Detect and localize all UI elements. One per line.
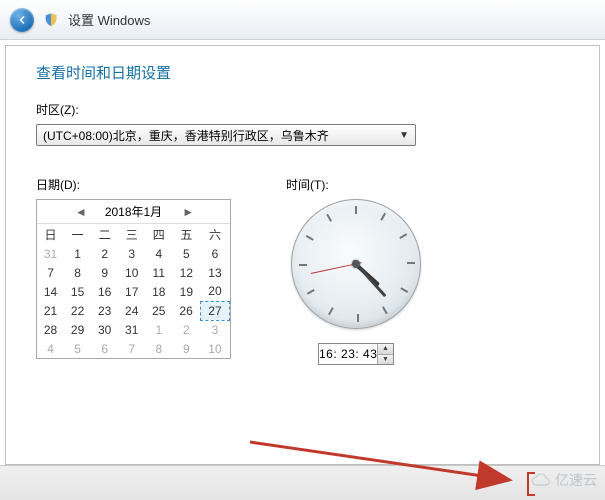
window-header: 设置 Windows — [0, 0, 605, 40]
calendar-day[interactable]: 13 — [200, 263, 229, 282]
calendar-day[interactable]: 1 — [145, 320, 172, 339]
watermark-text: 亿速云 — [555, 470, 597, 490]
clock-tick — [380, 213, 386, 221]
calendar-month-title[interactable]: 2018年1月 — [105, 203, 162, 220]
calendar-day[interactable]: 24 — [118, 301, 145, 320]
calendar-day[interactable]: 27 — [200, 301, 229, 320]
time-spinner[interactable]: ▲ ▼ — [318, 343, 394, 365]
calendar-header: ◄ 2018年1月 ► — [37, 200, 230, 224]
calendar-day[interactable]: 28 — [37, 320, 64, 339]
calendar-day[interactable]: 4 — [37, 339, 64, 358]
clock-tick — [306, 235, 314, 241]
timezone-value: (UTC+08:00)北京，重庆，香港特别行政区，乌鲁木齐 — [43, 127, 329, 144]
time-input[interactable] — [319, 344, 377, 364]
clock-tick — [399, 233, 407, 239]
calendar-day[interactable]: 10 — [118, 263, 145, 282]
calendar-day[interactable]: 4 — [145, 244, 172, 263]
calendar-day[interactable]: 7 — [118, 339, 145, 358]
calendar-day[interactable]: 6 — [91, 339, 118, 358]
calendar-day[interactable]: 8 — [64, 263, 91, 282]
calendar-weekday: 六 — [200, 224, 229, 244]
calendar-weekday: 四 — [145, 224, 172, 244]
watermark: 亿速云 — [531, 470, 597, 490]
calendar-weekday: 二 — [91, 224, 118, 244]
calendar-weekday: 日 — [37, 224, 64, 244]
calendar-day[interactable]: 22 — [64, 301, 91, 320]
calendar-day[interactable]: 11 — [145, 263, 172, 282]
calendar-day[interactable]: 20 — [200, 282, 229, 301]
calendar[interactable]: ◄ 2018年1月 ► 日一二三四五六 31123456789101112131… — [36, 199, 231, 359]
clock-tick — [357, 314, 359, 322]
clock-tick — [326, 214, 332, 222]
clock-tick — [299, 264, 307, 266]
calendar-day[interactable]: 29 — [64, 320, 91, 339]
calendar-day[interactable]: 1 — [64, 244, 91, 263]
calendar-day[interactable]: 14 — [37, 282, 64, 301]
footer-bar — [0, 465, 605, 500]
calendar-day[interactable]: 9 — [91, 263, 118, 282]
shield-icon — [42, 11, 60, 29]
chevron-down-icon: ▼ — [399, 130, 409, 141]
spinner-up-icon[interactable]: ▲ — [378, 344, 393, 355]
calendar-day[interactable]: 9 — [172, 339, 200, 358]
calendar-weekday: 三 — [118, 224, 145, 244]
clock-tick — [407, 262, 415, 264]
calendar-day[interactable]: 15 — [64, 282, 91, 301]
calendar-day[interactable]: 3 — [118, 244, 145, 263]
calendar-day[interactable]: 10 — [200, 339, 229, 358]
back-button[interactable] — [10, 8, 34, 32]
page-title: 查看时间和日期设置 — [36, 62, 569, 83]
calendar-day[interactable]: 16 — [91, 282, 118, 301]
calendar-day[interactable]: 21 — [37, 301, 64, 320]
calendar-day[interactable]: 5 — [64, 339, 91, 358]
calendar-day[interactable]: 3 — [200, 320, 229, 339]
clock-tick — [328, 307, 334, 315]
spinner-down-icon[interactable]: ▼ — [378, 355, 393, 365]
cloud-icon — [531, 470, 551, 490]
calendar-day[interactable]: 7 — [37, 263, 64, 282]
clock-tick — [382, 306, 388, 314]
calendar-day[interactable]: 31 — [118, 320, 145, 339]
calendar-day[interactable]: 25 — [145, 301, 172, 320]
calendar-day[interactable]: 23 — [91, 301, 118, 320]
clock-center-pin — [352, 260, 360, 268]
calendar-day[interactable]: 2 — [91, 244, 118, 263]
calendar-day[interactable]: 18 — [145, 282, 172, 301]
timezone-label: 时区(Z): — [36, 101, 569, 118]
calendar-day[interactable]: 31 — [37, 244, 64, 263]
analog-clock — [291, 199, 421, 329]
timezone-select[interactable]: (UTC+08:00)北京，重庆，香港特别行政区，乌鲁木齐 ▼ — [36, 124, 416, 146]
calendar-weekday: 一 — [64, 224, 91, 244]
calendar-day[interactable]: 5 — [172, 244, 200, 263]
calendar-prev-icon[interactable]: ◄ — [75, 205, 85, 219]
calendar-grid: 日一二三四五六 31123456789101112131415161718192… — [37, 224, 230, 358]
calendar-day[interactable]: 6 — [200, 244, 229, 263]
clock-tick — [400, 287, 408, 293]
content-panel: 查看时间和日期设置 时区(Z): (UTC+08:00)北京，重庆，香港特别行政… — [5, 45, 600, 465]
calendar-weekday: 五 — [172, 224, 200, 244]
calendar-next-icon[interactable]: ► — [182, 205, 192, 219]
time-label: 时间(T): — [286, 176, 426, 193]
calendar-day[interactable]: 2 — [172, 320, 200, 339]
clock-tick — [307, 289, 315, 295]
calendar-day[interactable]: 19 — [172, 282, 200, 301]
calendar-day[interactable]: 12 — [172, 263, 200, 282]
calendar-day[interactable]: 30 — [91, 320, 118, 339]
date-label: 日期(D): — [36, 176, 231, 193]
calendar-day[interactable]: 17 — [118, 282, 145, 301]
window-title: 设置 Windows — [68, 10, 150, 29]
clock-tick — [355, 206, 357, 214]
calendar-day[interactable]: 8 — [145, 339, 172, 358]
calendar-day[interactable]: 26 — [172, 301, 200, 320]
